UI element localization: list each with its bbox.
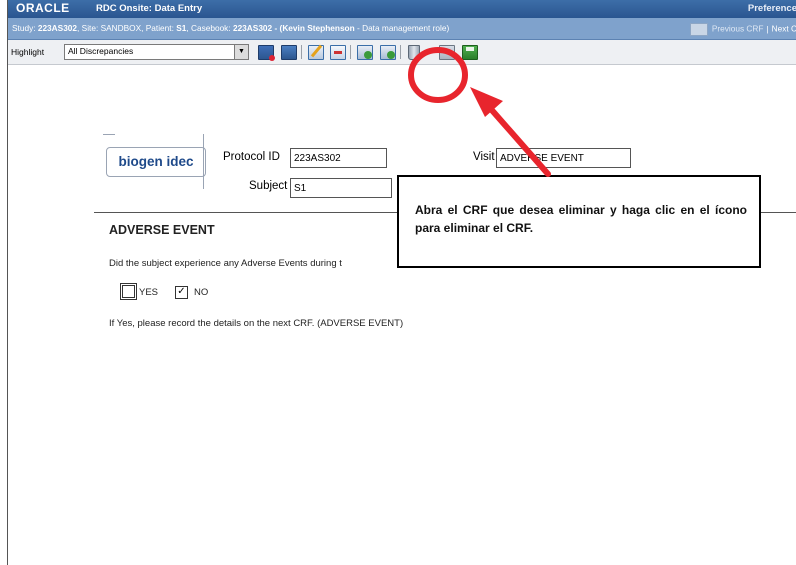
biogen-idec-logo: biogen idec	[106, 147, 206, 177]
oracle-logo: ORACLE	[16, 1, 70, 15]
protocol-id-field[interactable]: 223AS302	[290, 148, 387, 168]
preferences-link[interactable]: Preference	[748, 3, 796, 14]
crf-form: biogen idec Protocol ID 223AS302 Visit A…	[8, 65, 796, 565]
save-icon[interactable]	[462, 45, 478, 60]
previous-crf-link[interactable]: Previous CRF	[712, 24, 764, 34]
protocol-id-label: Protocol ID	[223, 151, 280, 163]
investigator-comment-icon[interactable]	[281, 45, 297, 60]
yes-label: YES	[139, 287, 159, 298]
edit-icon[interactable]	[308, 44, 324, 60]
adverse-event-question: Did the subject experience any Adverse E…	[109, 258, 342, 269]
document-icon[interactable]	[439, 45, 455, 60]
toolbar-separator	[301, 45, 302, 59]
section-title: ADVERSE EVENT	[109, 223, 215, 237]
study-info-bar: Study: 223AS302, Site: SANDBOX, Patient:…	[8, 18, 796, 40]
patient-id: S1	[176, 23, 187, 33]
next-crf-link[interactable]: Next C	[772, 24, 796, 34]
app-window: ORACLE RDC Onsite: Data Entry Preference…	[7, 0, 796, 565]
logo-decoration	[103, 134, 115, 135]
toolbar: Highlight All Discrepancies ▼	[8, 40, 796, 65]
discrepancy-list-icon[interactable]	[258, 45, 275, 61]
user-role: - Data management role)	[354, 23, 450, 33]
toolbar-separator	[400, 45, 401, 59]
highlight-select[interactable]: All Discrepancies ▼	[64, 44, 249, 60]
title-bar: ORACLE RDC Onsite: Data Entry Preference	[8, 0, 796, 18]
highlight-select-value: All Discrepancies	[68, 46, 134, 56]
study-id: 223AS302	[37, 23, 78, 33]
verify-icon[interactable]	[357, 45, 373, 60]
casebook-id: 223AS302	[232, 23, 273, 33]
user-name: - (Kevin Stephenson	[274, 23, 355, 33]
visit-field[interactable]: ADVERSE EVENT	[496, 148, 631, 168]
subject-field[interactable]: S1	[290, 178, 392, 198]
crf-navigation: Previous CRF | Next C	[689, 23, 796, 36]
chevron-down-icon[interactable]: ▼	[234, 45, 248, 59]
form-view-icon[interactable]	[330, 45, 346, 60]
toolbar-separator	[350, 45, 351, 59]
subject-label: Subject	[249, 180, 288, 192]
highlight-label: Highlight	[11, 47, 45, 57]
instruction-note: If Yes, please record the details on the…	[109, 318, 404, 329]
no-checkbox[interactable]: ✓	[175, 286, 188, 299]
no-label: NO	[194, 287, 209, 298]
casebook-label: , Casebook:	[186, 23, 233, 33]
site-label: , Site: SANDBOX, Patient:	[77, 23, 177, 33]
app-title: RDC Onsite: Data Entry	[96, 3, 203, 14]
approve-icon[interactable]	[380, 45, 396, 60]
nav-separator: |	[766, 23, 769, 34]
previous-crf-icon[interactable]	[689, 23, 708, 36]
trash-icon[interactable]	[408, 45, 420, 60]
callout-text: Abra el CRF que desea eliminar y haga cl…	[415, 203, 747, 235]
study-prefix: Study:	[12, 23, 38, 33]
annotation-callout: Abra el CRF que desea eliminar y haga cl…	[397, 175, 761, 268]
visit-label: Visit	[473, 151, 495, 163]
study-context: Study: 223AS302, Site: SANDBOX, Patient:…	[12, 23, 449, 33]
yes-checkbox[interactable]	[122, 285, 135, 298]
